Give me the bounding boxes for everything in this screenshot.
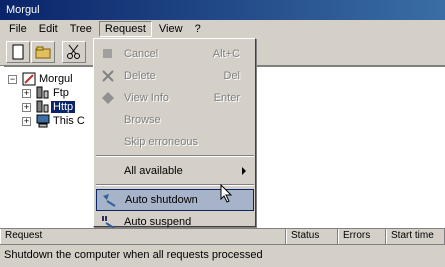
- new-button[interactable]: [6, 41, 30, 63]
- menu-separator: [96, 155, 254, 157]
- menu-item-label: Delete: [124, 70, 156, 82]
- title-bar: Morgul: [0, 0, 445, 20]
- menu-item-delete[interactable]: Delete Del: [96, 65, 254, 87]
- status-bar: Shutdown the computer when all requests …: [0, 244, 445, 267]
- tree-item-ftp[interactable]: + Ftp: [22, 86, 71, 100]
- request-list-header: Request Status Errors Start time: [0, 228, 445, 245]
- menu-item-label: Browse: [124, 114, 161, 126]
- menu-item-view-info[interactable]: View Info Enter: [96, 87, 254, 109]
- collapse-icon[interactable]: −: [8, 74, 17, 84]
- tree-item-this-computer[interactable]: + This C: [22, 114, 87, 128]
- new-document-icon: [12, 44, 24, 60]
- tree-item-http[interactable]: + Http: [22, 100, 76, 114]
- window-title: Morgul: [6, 4, 40, 16]
- menu-bar: File Edit Tree Request View ?: [0, 20, 445, 38]
- app-icon: [22, 72, 36, 86]
- server-icon: [36, 86, 49, 99]
- menu-item-shortcut: Alt+C: [212, 48, 240, 60]
- menu-view[interactable]: View: [154, 22, 188, 36]
- delete-icon: [102, 70, 114, 82]
- menu-request[interactable]: Request: [98, 21, 152, 37]
- menu-item-label: View Info: [124, 92, 170, 104]
- scissors-icon: [67, 44, 80, 59]
- open-button[interactable]: [31, 41, 55, 63]
- column-status[interactable]: Status: [286, 229, 338, 245]
- tree-label: Ftp: [53, 87, 69, 99]
- tree-label: Morgul: [39, 73, 73, 85]
- expand-icon[interactable]: +: [22, 116, 31, 126]
- expand-icon[interactable]: +: [22, 88, 31, 98]
- menu-item-all-available[interactable]: All available: [96, 160, 254, 182]
- column-errors[interactable]: Errors: [338, 229, 386, 245]
- open-folder-icon: [35, 46, 51, 59]
- column-start-time[interactable]: Start time: [386, 229, 445, 245]
- expand-icon[interactable]: +: [22, 102, 31, 112]
- menu-item-label: Auto suspend: [124, 216, 192, 228]
- menu-item-label: All available: [124, 165, 183, 177]
- cut-button[interactable]: [62, 41, 86, 63]
- menu-item-skip-erroneous[interactable]: Skip erroneous: [96, 131, 254, 153]
- menu-item-browse[interactable]: Browse: [96, 109, 254, 131]
- tree-label: Http: [51, 101, 76, 113]
- server-icon: [36, 100, 49, 113]
- menu-item-shortcut: Del: [223, 70, 240, 82]
- status-text: Shutdown the computer when all requests …: [4, 249, 263, 261]
- column-request[interactable]: Request: [0, 229, 286, 245]
- menu-item-label: Cancel: [124, 48, 159, 60]
- tree-label: This C: [53, 115, 85, 127]
- menu-item-shortcut: Enter: [213, 92, 240, 104]
- menu-item-label: Skip erroneous: [124, 136, 198, 148]
- submenu-arrow-icon: [242, 167, 246, 175]
- tree-item-morgul[interactable]: − Morgul: [8, 72, 75, 86]
- menu-tree[interactable]: Tree: [65, 22, 97, 36]
- cancel-icon: [103, 49, 112, 58]
- mouse-pointer-icon: [220, 184, 233, 203]
- menu-help[interactable]: ?: [190, 22, 206, 36]
- menu-item-cancel[interactable]: Cancel Alt+C: [96, 43, 254, 65]
- view-info-icon: [102, 92, 114, 104]
- computer-icon: [36, 114, 50, 128]
- auto-shutdown-icon: [103, 194, 116, 207]
- menu-edit[interactable]: Edit: [34, 22, 63, 36]
- menu-file[interactable]: File: [4, 22, 32, 36]
